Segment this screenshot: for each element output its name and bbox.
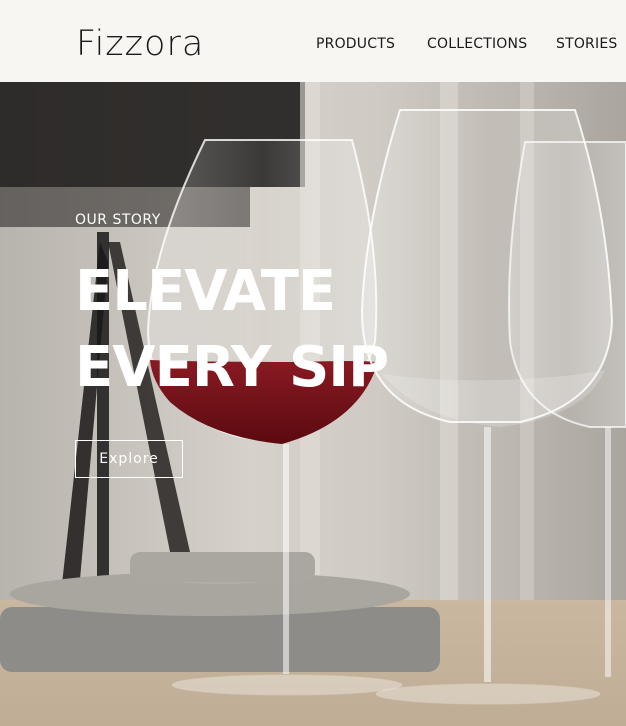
page: Fizzora PRODUCTS COLLECTIONS STORIES OUR…: [0, 0, 626, 726]
nav-stories[interactable]: STORIES: [556, 36, 617, 52]
hero-eyebrow: OUR STORY: [75, 212, 161, 228]
main-nav: PRODUCTS COLLECTIONS STORIES: [0, 36, 626, 54]
hero-headline-line-1: ELEVATE: [75, 259, 336, 324]
site-header: Fizzora PRODUCTS COLLECTIONS STORIES: [0, 0, 626, 82]
hero-headline: ELEVATE EVERY SIP: [75, 254, 389, 406]
nav-collections[interactable]: COLLECTIONS: [427, 36, 527, 52]
explore-button[interactable]: Explore: [75, 440, 183, 478]
hero-section: OUR STORY ELEVATE EVERY SIP Explore: [0, 82, 626, 726]
nav-products[interactable]: PRODUCTS: [316, 36, 395, 52]
hero-headline-line-2: EVERY SIP: [75, 335, 389, 400]
